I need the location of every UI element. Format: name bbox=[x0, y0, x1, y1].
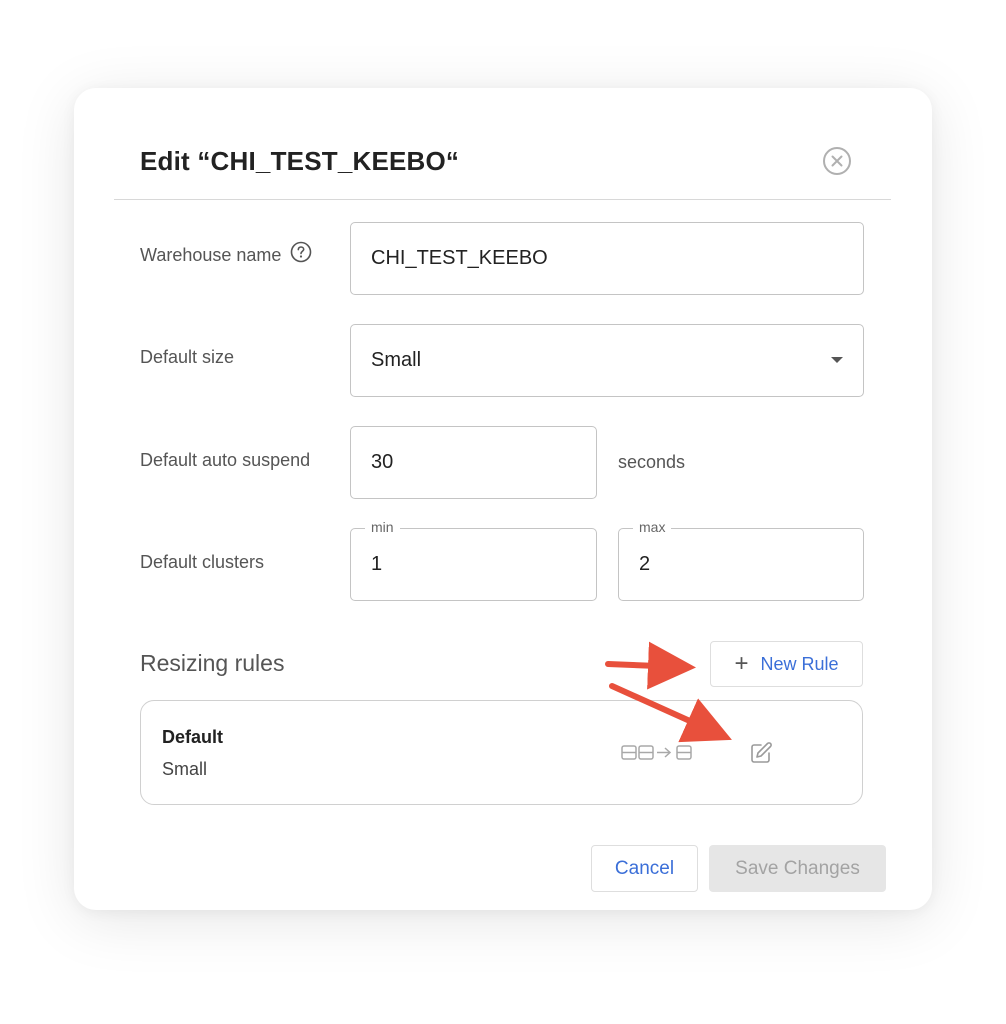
default-size-value: Small bbox=[371, 349, 422, 371]
clusters-min-value: 1 bbox=[371, 553, 383, 575]
default-size-select[interactable]: Small bbox=[350, 324, 864, 397]
plus-icon: + bbox=[734, 650, 749, 677]
warehouse-name-input[interactable]: CHI_TEST_KEEBO bbox=[350, 222, 864, 295]
rule-name: Default bbox=[162, 727, 224, 747]
default-size-label: Default size bbox=[140, 347, 235, 367]
resizing-rules-title: Resizing rules bbox=[140, 650, 285, 676]
edit-icon[interactable] bbox=[749, 741, 773, 770]
new-rule-button[interactable]: + New Rule bbox=[710, 641, 863, 687]
resize-warehouse-icon bbox=[621, 744, 697, 767]
warehouse-name-value: CHI_TEST_KEEBO bbox=[371, 247, 548, 269]
close-icon[interactable] bbox=[822, 146, 852, 176]
auto-suspend-input[interactable]: 30 bbox=[350, 426, 597, 499]
rule-size: Small bbox=[162, 759, 208, 779]
auto-suspend-label: Default auto suspend bbox=[140, 450, 311, 470]
clusters-min-input[interactable]: min 1 bbox=[350, 519, 597, 601]
auto-suspend-value: 30 bbox=[371, 451, 394, 473]
help-icon[interactable] bbox=[290, 241, 312, 268]
edit-warehouse-dialog: Edit “CHI_TEST_KEEBO“ Warehouse name CHI… bbox=[74, 88, 932, 910]
warehouse-name-label: Warehouse name bbox=[140, 241, 312, 268]
warehouse-name-label-text: Warehouse name bbox=[140, 244, 282, 265]
clusters-max-value: 2 bbox=[639, 553, 651, 575]
new-rule-label: New Rule bbox=[760, 653, 839, 674]
dialog-title: Edit “CHI_TEST_KEEBO“ bbox=[140, 146, 460, 176]
chevron-down-icon bbox=[831, 357, 843, 363]
header-divider bbox=[114, 199, 891, 200]
auto-suspend-units: seconds bbox=[618, 452, 686, 472]
cancel-button[interactable]: Cancel bbox=[591, 845, 698, 892]
clusters-max-input[interactable]: max 2 bbox=[618, 519, 864, 601]
save-changes-button[interactable]: Save Changes bbox=[709, 845, 886, 892]
rule-card: Default Small bbox=[140, 700, 863, 805]
clusters-label: Default clusters bbox=[140, 552, 265, 572]
